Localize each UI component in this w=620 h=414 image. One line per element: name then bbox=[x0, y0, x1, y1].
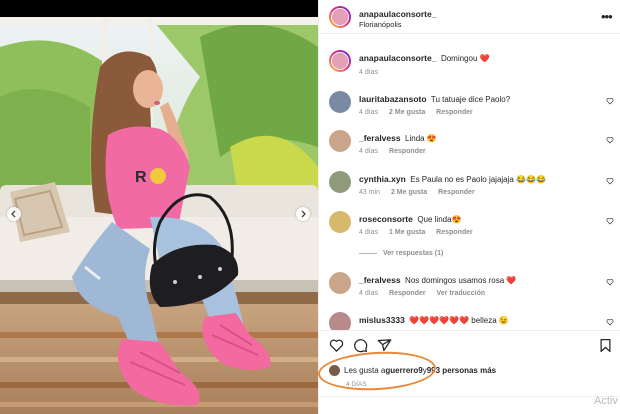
caption-text: Domingou ❤️ bbox=[440, 54, 490, 63]
comment-meta: 4 días Responder bbox=[359, 148, 435, 155]
comment-avatar[interactable] bbox=[329, 91, 351, 113]
comment-avatar[interactable] bbox=[329, 211, 351, 233]
comment-avatar[interactable] bbox=[329, 312, 351, 330]
comment-avatar[interactable] bbox=[329, 171, 351, 193]
comment-line: lauritabazansoto Tu tatuaje dice Paolo? bbox=[359, 94, 510, 105]
see-translation-link[interactable]: Ver traducción bbox=[437, 290, 486, 297]
comment-text: Tu tatuaje dice Paolo? bbox=[430, 95, 511, 104]
comment-username[interactable]: mislus3333 bbox=[359, 315, 405, 325]
comment-text: Linda 😍 bbox=[405, 134, 437, 143]
more-icon[interactable]: ••• bbox=[601, 10, 613, 23]
comment-username[interactable]: _feralvess bbox=[359, 133, 401, 143]
svg-text:R: R bbox=[135, 169, 147, 186]
watermark-text: Activ bbox=[594, 395, 618, 407]
comment-item: mislus3333 ❤️❤️❤️❤️❤️❤️ belleza 😉 bbox=[319, 312, 620, 330]
previous-photo-button[interactable] bbox=[7, 207, 21, 221]
replies-dash bbox=[359, 252, 377, 254]
reply-link[interactable]: Responder bbox=[438, 189, 475, 196]
add-comment-row[interactable] bbox=[319, 396, 620, 414]
comment-meta: 4 días 2 Me gusta Responder bbox=[359, 109, 482, 116]
view-replies-label: Ver respuestas (1) bbox=[383, 250, 444, 257]
caption-avatar[interactable] bbox=[329, 50, 351, 72]
comment-line: _feralvess Linda 😍 bbox=[359, 133, 437, 144]
post-header: anapaulaconsorte_ Florianópolis ••• bbox=[319, 0, 620, 34]
chevron-left-icon bbox=[11, 210, 16, 218]
comment-line: mislus3333 ❤️❤️❤️❤️❤️❤️ belleza 😉 bbox=[359, 315, 509, 326]
heart-icon[interactable] bbox=[606, 97, 614, 105]
comment-text: Nos domingos usamos rosa ❤️ bbox=[405, 276, 517, 285]
caption-age: 4 días bbox=[359, 69, 379, 76]
caption-line: anapaulaconsorte_ Domingou ❤️ bbox=[359, 53, 490, 64]
comment-text: Que linda😍 bbox=[417, 215, 462, 224]
comment-item: roseconsorte Que linda😍 4 días 1 Me gust… bbox=[319, 211, 620, 241]
post-photo: R bbox=[0, 0, 318, 414]
comment-line: _feralvess Nos domingos usamos rosa ❤️ bbox=[359, 275, 516, 286]
next-photo-button[interactable] bbox=[296, 207, 310, 221]
heart-icon[interactable] bbox=[606, 318, 614, 326]
comment-age: 4 días bbox=[359, 290, 379, 297]
author-username[interactable]: anapaulaconsorte_ bbox=[359, 9, 436, 19]
comment-username[interactable]: lauritabazansoto bbox=[359, 94, 427, 104]
reply-link[interactable]: Responder bbox=[436, 109, 473, 116]
comment-likes[interactable]: 2 Me gusta bbox=[389, 109, 425, 116]
comment-meta: 4 días 1 Me gusta Responder bbox=[359, 229, 482, 236]
heart-icon[interactable] bbox=[606, 278, 614, 286]
comment-avatar[interactable] bbox=[329, 130, 351, 152]
comment-meta: 43 min 2 Me gusta Responder bbox=[359, 189, 484, 196]
post-image: R bbox=[0, 17, 318, 414]
comment-item: _feralvess Linda 😍 4 días Responder bbox=[319, 130, 620, 160]
comment-item: lauritabazansoto Tu tatuaje dice Paolo? … bbox=[319, 91, 620, 121]
comment-text: Es Paula no es Paolo jajajaja 😂😂😂 bbox=[410, 175, 546, 184]
post-side-panel: anapaulaconsorte_ Florianópolis ••• anap… bbox=[318, 0, 620, 414]
comment-line: cynthia.xyn Es Paula no es Paolo jajajaj… bbox=[359, 174, 546, 185]
comment-username[interactable]: _feralvess bbox=[359, 275, 401, 285]
post-caption: anapaulaconsorte_ Domingou ❤️ 4 días bbox=[319, 50, 620, 80]
caption-username[interactable]: anapaulaconsorte_ bbox=[359, 53, 436, 63]
comment-avatar[interactable] bbox=[329, 272, 351, 294]
comment-age: 43 min bbox=[359, 189, 381, 196]
comment-line: roseconsorte Que linda😍 bbox=[359, 214, 462, 225]
caption-meta: 4 días bbox=[359, 69, 387, 76]
heart-icon[interactable] bbox=[329, 338, 344, 353]
view-replies-link[interactable]: Ver respuestas (1) bbox=[359, 250, 443, 257]
bookmark-icon[interactable] bbox=[598, 338, 613, 353]
likes-count[interactable]: 993 personas más bbox=[427, 366, 496, 375]
post-location[interactable]: Florianópolis bbox=[359, 20, 402, 29]
comment-icon[interactable] bbox=[353, 338, 368, 353]
heart-icon[interactable] bbox=[606, 217, 614, 225]
comment-age: 4 días bbox=[359, 148, 379, 155]
comment-likes[interactable]: 1 Me gusta bbox=[389, 229, 425, 236]
comment-text: ❤️❤️❤️❤️❤️❤️ belleza 😉 bbox=[409, 316, 509, 325]
heart-icon[interactable] bbox=[606, 177, 614, 185]
comment-item: cynthia.xyn Es Paula no es Paolo jajajaj… bbox=[319, 171, 620, 201]
reply-link[interactable]: Responder bbox=[389, 148, 426, 155]
photo-top-bar bbox=[0, 0, 318, 17]
heart-icon[interactable] bbox=[606, 136, 614, 144]
comment-likes[interactable]: 2 Me gusta bbox=[391, 189, 427, 196]
comment-item: _feralvess Nos domingos usamos rosa ❤️ 4… bbox=[319, 272, 620, 302]
reply-link[interactable]: Responder bbox=[389, 290, 426, 297]
author-avatar[interactable] bbox=[329, 6, 351, 28]
chevron-right-icon bbox=[301, 210, 306, 218]
comment-meta: 4 días Responder Ver traducción bbox=[359, 290, 494, 297]
reply-link[interactable]: Responder bbox=[436, 229, 473, 236]
comment-username[interactable]: cynthia.xyn bbox=[359, 174, 406, 184]
comment-age: 4 días bbox=[359, 109, 379, 116]
comment-age: 4 días bbox=[359, 229, 379, 236]
comment-username[interactable]: roseconsorte bbox=[359, 214, 413, 224]
